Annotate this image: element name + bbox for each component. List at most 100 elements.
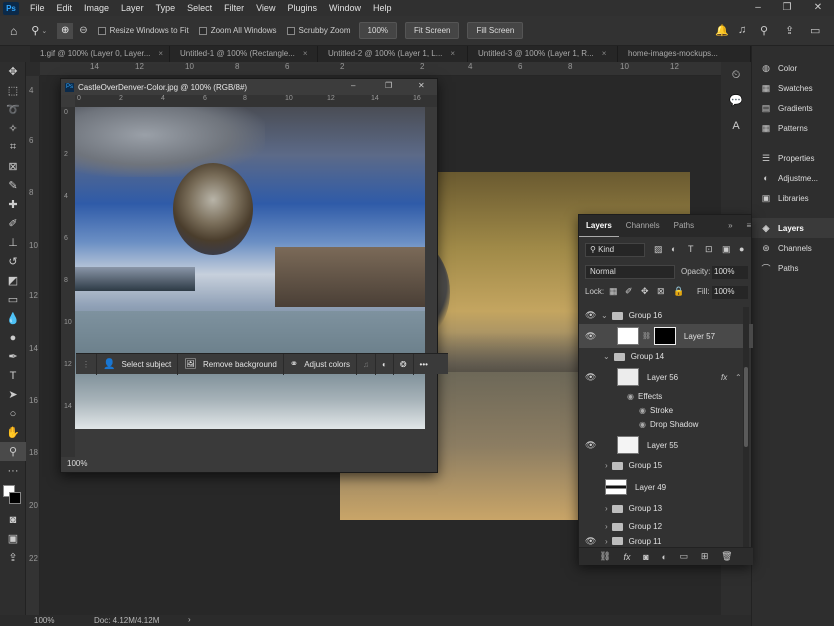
share-icon[interactable]: ⇪ xyxy=(785,24,794,37)
contrast-icon[interactable]: ◐ xyxy=(376,353,394,375)
chevron-down-icon[interactable]: ⌄ xyxy=(41,27,47,35)
layer-row-group-15[interactable]: › Group 15 xyxy=(579,457,753,474)
menu-window[interactable]: Window xyxy=(323,3,367,13)
effect-stroke-row[interactable]: ◉ Stroke xyxy=(579,403,753,417)
tab-layers[interactable]: Layers xyxy=(579,215,619,237)
mask-icon[interactable]: ❂ xyxy=(394,353,414,375)
chevron-right-icon[interactable]: › xyxy=(605,537,608,546)
history-brush-icon[interactable]: ↺ xyxy=(0,252,26,271)
scrollbar-thumb[interactable] xyxy=(744,367,748,447)
remove-background-button[interactable]: 🖼 Remove background xyxy=(178,353,284,375)
fill-input[interactable]: 100% xyxy=(712,286,748,299)
character-icon[interactable]: A xyxy=(721,116,751,135)
doc-tab-4[interactable]: Untitled-3 @ 100% (Layer 1, R... × xyxy=(468,46,618,62)
tab-paths[interactable]: Paths xyxy=(667,215,701,237)
doc-tab-2[interactable]: Untitled-1 @ 100% (Rectangle... × xyxy=(170,46,318,62)
blend-mode-select[interactable]: Normal xyxy=(585,265,675,279)
eraser-tool-icon[interactable]: ◩ xyxy=(0,271,26,290)
menu-view[interactable]: View xyxy=(250,3,281,13)
layer-row-group-14[interactable]: ⌄ Group 14 xyxy=(579,348,753,365)
adjust-filter-icon[interactable]: ◐ xyxy=(671,244,676,254)
lasso-tool-icon[interactable]: ➰ xyxy=(0,100,26,119)
more-tools-icon[interactable]: ··· xyxy=(0,461,26,480)
opacity-input[interactable]: 100% xyxy=(712,266,748,279)
minimize-button[interactable]: – xyxy=(748,0,768,16)
layers-scrollbar[interactable] xyxy=(743,307,749,547)
background-color[interactable] xyxy=(9,492,21,504)
eye-icon[interactable]: 👁 xyxy=(585,310,596,321)
hand-tool-icon[interactable]: ✋ xyxy=(0,423,26,442)
layer-row-group-16[interactable]: 👁 ⌄ Group 16 xyxy=(579,307,753,324)
menu-file[interactable]: File xyxy=(24,3,51,13)
eye-icon[interactable]: 👁 xyxy=(585,440,596,451)
panel-layers[interactable]: ◈ Layers xyxy=(752,218,834,238)
bell-icon[interactable]: ♫ xyxy=(738,24,746,36)
add-mask-icon[interactable]: ◙ xyxy=(643,552,648,562)
delete-layer-icon[interactable]: 🗑 xyxy=(721,551,732,562)
crop-tool-icon[interactable]: ⌗ xyxy=(0,138,26,157)
lock-image-icon[interactable]: ✐ xyxy=(625,286,633,297)
zoom-tool-icon[interactable]: ⚲ xyxy=(0,442,26,461)
brush-tool-icon[interactable]: ✐ xyxy=(0,214,26,233)
new-group-icon[interactable]: ▭ xyxy=(680,551,689,562)
menu-help[interactable]: Help xyxy=(367,3,398,13)
type-tool-icon[interactable]: T xyxy=(0,366,26,385)
layer-row-group-12[interactable]: › Group 12 xyxy=(579,518,753,535)
dodge-tool-icon[interactable]: ● xyxy=(0,328,26,347)
close-icon[interactable]: × xyxy=(450,49,455,58)
shape-tool-icon[interactable]: ○ xyxy=(0,404,26,423)
filter-kind-select[interactable]: ⚲ Kind xyxy=(585,243,645,257)
close-icon[interactable]: × xyxy=(158,49,163,58)
lock-position-icon[interactable]: ✥ xyxy=(641,286,649,297)
stamp-tool-icon[interactable]: ⊥ xyxy=(0,233,26,252)
layer-row-layer-55[interactable]: 👁 Layer 55 xyxy=(579,433,753,457)
shape-filter-icon[interactable]: ⊡ xyxy=(705,244,713,255)
drag-handle-icon[interactable]: ⋮ xyxy=(76,353,97,375)
doc-tab-5[interactable]: home-images-mockups... xyxy=(618,46,751,62)
eye-icon[interactable]: 👁 xyxy=(585,331,596,342)
floating-document-window[interactable]: Ps CastleOverDenver-Color.jpg @ 100% (RG… xyxy=(60,78,438,473)
close-icon[interactable]: ✕ xyxy=(418,81,425,90)
layer-row-group-13[interactable]: › Group 13 xyxy=(579,500,753,517)
doc-tab-1[interactable]: 1.gif @ 100% (Layer 0, Layer... × xyxy=(30,46,170,62)
panel-channels[interactable]: ⊛ Channels xyxy=(752,238,834,258)
minimize-icon[interactable]: – xyxy=(351,81,355,90)
fill-screen-button[interactable]: Fill Screen xyxy=(467,22,524,39)
more-options-icon[interactable]: ••• xyxy=(414,354,434,375)
layer-row-group-11[interactable]: 👁 › Group 11 xyxy=(579,536,753,546)
menu-filter[interactable]: Filter xyxy=(218,3,250,13)
close-button[interactable]: ✕ xyxy=(808,0,828,16)
lock-artboard-icon[interactable]: ⊠ xyxy=(657,286,665,297)
home-icon[interactable]: ⌂ xyxy=(10,24,17,38)
object-select-tool-icon[interactable]: ✧ xyxy=(0,119,26,138)
pen-tool-icon[interactable]: ✒ xyxy=(0,347,26,366)
chevron-down-icon[interactable]: ⌄ xyxy=(601,311,608,320)
layer-mask-thumbnail[interactable] xyxy=(653,327,676,345)
resize-windows-checkbox[interactable]: Resize Windows to Fit xyxy=(97,26,189,35)
blur-tool-icon[interactable]: 💧 xyxy=(0,309,26,328)
window-zoom-level[interactable]: 100% xyxy=(67,459,87,468)
chevron-down-icon[interactable]: ⌄ xyxy=(603,352,610,361)
maximize-button[interactable]: ❐ xyxy=(777,0,797,16)
menu-select[interactable]: Select xyxy=(181,3,218,13)
marquee-tool-icon[interactable]: ⬚ xyxy=(0,81,26,100)
history-icon[interactable]: ⏲ xyxy=(721,66,751,85)
panel-patterns[interactable]: ▦ Patterns xyxy=(752,118,834,138)
healing-brush-icon[interactable]: ✚ xyxy=(0,195,26,214)
layer-row-layer-57[interactable]: 👁 ⛓ Layer 57 xyxy=(579,324,753,348)
eye-icon[interactable]: ◉ xyxy=(627,392,634,401)
chevron-right-icon[interactable]: › xyxy=(605,504,608,513)
menu-edit[interactable]: Edit xyxy=(51,3,79,13)
notifications-icon[interactable]: 🔔 xyxy=(715,24,729,37)
panel-properties[interactable]: ☰ Properties xyxy=(752,148,834,168)
panel-color[interactable]: ◍ Color xyxy=(752,58,834,78)
workspace-icon[interactable]: ▭ xyxy=(810,24,820,37)
pixel-filter-icon[interactable]: ▨ xyxy=(654,244,663,255)
type-filter-icon[interactable]: T xyxy=(688,244,694,254)
menu-type[interactable]: Type xyxy=(150,3,182,13)
lock-all-icon[interactable]: 🔒 xyxy=(673,286,684,297)
share-export-icon[interactable]: ⇪ xyxy=(0,548,26,567)
eye-icon[interactable]: ◉ xyxy=(639,420,646,429)
maximize-icon[interactable]: ❐ xyxy=(385,81,392,90)
zoom-all-checkbox[interactable]: Zoom All Windows xyxy=(198,26,277,35)
